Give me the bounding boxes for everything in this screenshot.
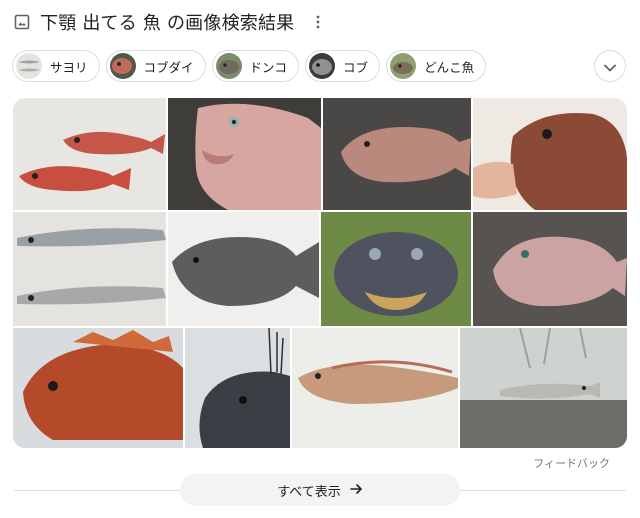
- image-grid: [13, 98, 627, 448]
- arrow-right-icon: [349, 481, 363, 500]
- show-all-label: すべて表示: [277, 484, 341, 500]
- chip-sayori[interactable]: サヨリ: [12, 50, 100, 82]
- expand-chips-button[interactable]: [594, 50, 626, 82]
- related-search-chips: サヨリ コブダイ ドンコ コブ どんこ魚: [12, 50, 487, 82]
- show-all-button[interactable]: すべて表示: [180, 474, 460, 506]
- header: 下顎 出てる 魚 の画像検索結果: [14, 9, 326, 35]
- image-result-red-scorpionfish[interactable]: [13, 328, 183, 448]
- image-result-kobudai-on-sand[interactable]: [473, 212, 627, 326]
- image-result-scorpionfish-hand[interactable]: [473, 98, 627, 210]
- donko-thumbnail: [215, 53, 242, 79]
- divider: [460, 490, 626, 491]
- chip-label: ドンコ: [249, 59, 288, 75]
- divider: [14, 490, 180, 491]
- chip-kobu[interactable]: コブ: [305, 50, 381, 82]
- chip-donko-fish[interactable]: どんこ魚: [386, 50, 487, 82]
- chip-label: サヨリ: [50, 59, 88, 75]
- donko-fish-thumbnail: [390, 53, 417, 79]
- image-result-kobudai-on-gravel[interactable]: [323, 98, 471, 210]
- image-result-red-rockfish-pair[interactable]: [13, 98, 166, 210]
- image-result-small-fish-in-tank[interactable]: [460, 328, 627, 448]
- sayori-thumbnail: [16, 53, 42, 79]
- page-title: 下顎 出てる 魚 の画像検索結果: [40, 13, 295, 34]
- image-result-kobudai-pink-head[interactable]: [168, 98, 321, 210]
- feedback-link[interactable]: フィードバック: [533, 455, 610, 471]
- kobudai-thumbnail: [109, 53, 136, 79]
- image-icon: [14, 14, 30, 30]
- chip-label: コブダイ: [143, 59, 194, 75]
- image-result-stonefish-face[interactable]: [321, 212, 471, 326]
- chip-label: コブ: [343, 59, 369, 75]
- chip-kobudai[interactable]: コブダイ: [105, 50, 206, 82]
- more-options-icon[interactable]: [310, 14, 326, 30]
- chip-donko[interactable]: ドンコ: [211, 50, 300, 82]
- image-result-grey-grouper[interactable]: [168, 212, 319, 326]
- image-result-sayori-pair[interactable]: [13, 212, 166, 326]
- image-result-spotted-eelpout[interactable]: [292, 328, 458, 448]
- image-result-black-fish-head[interactable]: [185, 328, 290, 448]
- chip-label: どんこ魚: [424, 59, 475, 75]
- chevron-down-icon: [604, 57, 616, 76]
- kobu-thumbnail: [309, 53, 336, 79]
